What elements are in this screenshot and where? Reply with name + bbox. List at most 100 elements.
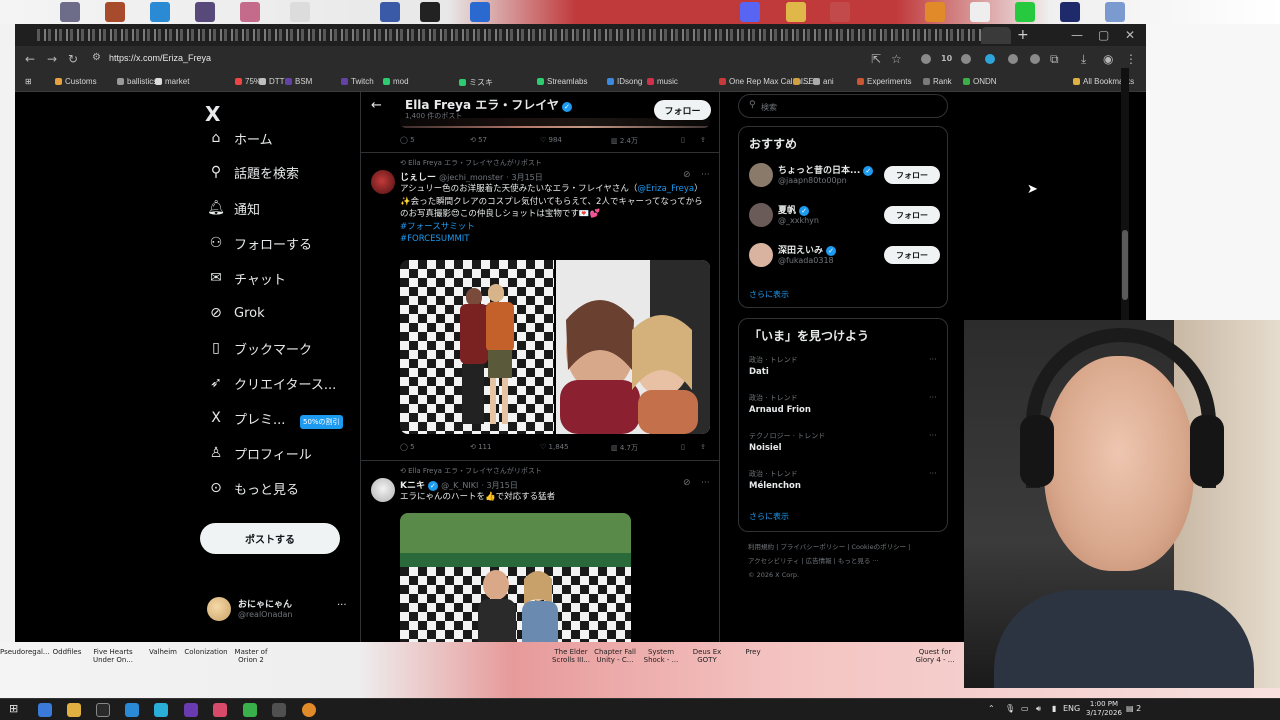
desktop-shortcut[interactable]: The Elder Scrolls III... xyxy=(548,648,594,664)
bookmark-item[interactable]: 75% xyxy=(235,77,261,86)
bookmark-item[interactable]: ミスキ xyxy=(459,77,493,88)
extension-icon[interactable] xyxy=(1008,54,1018,64)
extension-icon[interactable] xyxy=(961,54,971,64)
profile-icon[interactable]: ◉ xyxy=(1103,52,1113,66)
more-icon[interactable]: ··· xyxy=(929,469,937,478)
more-icon[interactable]: ··· xyxy=(929,355,937,364)
bookmark-item[interactable]: market xyxy=(155,77,189,86)
follow-button[interactable]: フォロー xyxy=(884,206,940,224)
desktop-icon[interactable] xyxy=(1105,2,1125,22)
battery-icon[interactable]: ▮ xyxy=(1052,704,1056,713)
premiere-icon[interactable] xyxy=(1060,2,1080,22)
share-icon[interactable]: ⇪ xyxy=(700,443,706,451)
desktop-icon[interactable] xyxy=(970,2,990,22)
extension-icon[interactable] xyxy=(1030,54,1040,64)
menu-icon[interactable]: ⋮ xyxy=(1125,52,1137,66)
grok-icon[interactable]: ⊘ xyxy=(683,478,691,488)
start-icon[interactable]: ⊞ xyxy=(9,702,18,715)
avatar[interactable] xyxy=(371,478,395,502)
x-logo[interactable]: X xyxy=(205,102,220,126)
bookmark-item[interactable]: ONDN xyxy=(963,77,997,86)
more-icon[interactable]: ··· xyxy=(701,170,710,180)
taskbar-app-icon[interactable] xyxy=(125,703,139,717)
desktop-icon[interactable] xyxy=(830,2,850,22)
bookmark-item[interactable]: Customs xyxy=(55,77,97,86)
hashtag-link[interactable]: #FORCESUMMIT xyxy=(400,234,469,244)
taskbar-app-icon[interactable] xyxy=(154,703,168,717)
desktop-shortcut[interactable]: Chapter Fall Unity - C... xyxy=(592,648,638,664)
desktop-icon[interactable] xyxy=(786,2,806,22)
taskbar-app-icon[interactable] xyxy=(213,703,227,717)
nav-item-add-user[interactable]: ⚇ フォローする xyxy=(207,231,312,255)
desktop-icon[interactable] xyxy=(470,2,490,22)
desktop-icon[interactable] xyxy=(60,2,80,22)
minimize-icon[interactable]: — xyxy=(1071,28,1083,42)
extension-icon[interactable] xyxy=(985,54,995,64)
taskbar-app-icon[interactable] xyxy=(302,703,316,717)
bookmark-item[interactable]: Streamlabs xyxy=(537,77,587,86)
desktop-shortcut[interactable]: Prey xyxy=(730,648,776,656)
nav-item-more-circle[interactable]: ⊙ もっと見る xyxy=(207,476,299,500)
desktop-shortcut[interactable]: Colonization xyxy=(183,648,229,656)
bookmark-item[interactable]: music xyxy=(647,77,678,86)
nav-item-bell[interactable]: 🔔︎ 通知 xyxy=(207,196,260,220)
account-switcher[interactable]: おにゃにゃん @realOnadan ··· xyxy=(207,595,355,625)
repost-icon[interactable]: ⟲ 57 xyxy=(470,136,487,144)
mic-icon[interactable]: 🎙︎ xyxy=(1005,704,1015,713)
taskbar-app-icon[interactable] xyxy=(96,703,110,717)
nav-item-home[interactable]: ⌂ ホーム xyxy=(207,126,273,150)
more-icon[interactable]: ··· xyxy=(929,393,937,402)
tweet-author[interactable]: Kニキ ✓ @_K_NIKI · 3月15日 xyxy=(400,478,518,491)
bookmark-item[interactable]: mod xyxy=(383,77,409,86)
recommendation-item[interactable]: 深田えいみ ✓ @fukada0318 フォロー xyxy=(749,241,941,271)
bookmark-item[interactable]: ani xyxy=(813,77,834,86)
back-icon[interactable]: ← xyxy=(25,52,35,66)
bookmark-icon[interactable]: ▯ xyxy=(681,136,685,144)
desktop-shortcut[interactable]: Deus Ex GOTY xyxy=(684,648,730,664)
bookmark-item[interactable]: Twitch xyxy=(341,77,374,86)
views-icon[interactable]: ▥ 2.4万 xyxy=(611,136,638,146)
download-icon[interactable]: ⤓ xyxy=(1081,52,1086,67)
post-button[interactable]: ポストする xyxy=(200,523,340,554)
desktop-icon[interactable] xyxy=(240,2,260,22)
back-arrow-icon[interactable]: ← xyxy=(371,98,382,113)
desktop-shortcut[interactable]: Valheim xyxy=(140,648,186,656)
nav-item-rocket[interactable]: ➶ クリエイタース... xyxy=(207,371,336,395)
url-field[interactable]: https://x.com/Eriza_Freya xyxy=(109,53,211,63)
reply-icon[interactable]: ◯ 5 xyxy=(400,136,415,144)
footer-line[interactable]: アクセシビリティ | 広告情報 | もっと見る ··· xyxy=(748,554,948,568)
site-info-icon[interactable]: ⚙ xyxy=(92,52,101,63)
more-icon[interactable]: ··· xyxy=(337,600,347,611)
bookmark-icon[interactable]: ▯ xyxy=(681,443,685,451)
close-icon[interactable]: ✕ xyxy=(1125,28,1135,42)
desktop-shortcut[interactable]: Five Hearts Under On... xyxy=(90,648,136,664)
nav-item-person[interactable]: ♙ プロフィール xyxy=(207,441,312,465)
volume-icon[interactable]: 🔊︎ xyxy=(1036,704,1041,714)
nav-item-grok[interactable]: ⊘ Grok xyxy=(207,301,265,325)
tab-strip[interactable] xyxy=(37,29,997,41)
new-tab-icon[interactable]: + xyxy=(1017,27,1029,43)
desktop-icon[interactable] xyxy=(1015,2,1035,22)
desktop-shortcut[interactable]: System Shock - ... xyxy=(638,648,684,664)
reload-icon[interactable]: ↻ xyxy=(68,52,78,66)
tweet-media[interactable] xyxy=(400,260,710,434)
taskbar-app-icon[interactable] xyxy=(38,703,52,717)
share-icon[interactable]: ⇪ xyxy=(700,136,706,144)
notification-icon[interactable]: ▤ 2 xyxy=(1126,704,1141,713)
desktop-icon[interactable] xyxy=(420,2,440,22)
like-icon[interactable]: ♡ 1,845 xyxy=(540,443,569,451)
desktop-shortcut[interactable]: Oddfiles xyxy=(44,648,90,656)
recommendation-item[interactable]: 夏帆 ✓ @_xxkhyn フォロー xyxy=(749,201,941,231)
footer-line[interactable]: 利用規約 | プライバシーポリシー | Cookieのポリシー | xyxy=(748,540,948,554)
show-more-link[interactable]: さらに表示 xyxy=(749,511,789,522)
bookmark-item[interactable]: DTT xyxy=(259,77,285,86)
desktop-icon[interactable] xyxy=(290,2,310,22)
desktop-shortcut[interactable]: Master of Orion 2 xyxy=(228,648,274,664)
trend-item[interactable]: 政治 · トレンド Dati ··· xyxy=(749,355,941,385)
tweet-media[interactable] xyxy=(400,513,631,642)
forward-icon[interactable]: → xyxy=(47,52,57,66)
grok-icon[interactable]: ⊘ xyxy=(683,170,691,180)
more-icon[interactable]: ··· xyxy=(929,431,937,440)
trend-item[interactable]: テクノロジー · トレンド Noisiel ··· xyxy=(749,431,941,461)
bookmark-item[interactable]: BSM xyxy=(285,77,312,86)
